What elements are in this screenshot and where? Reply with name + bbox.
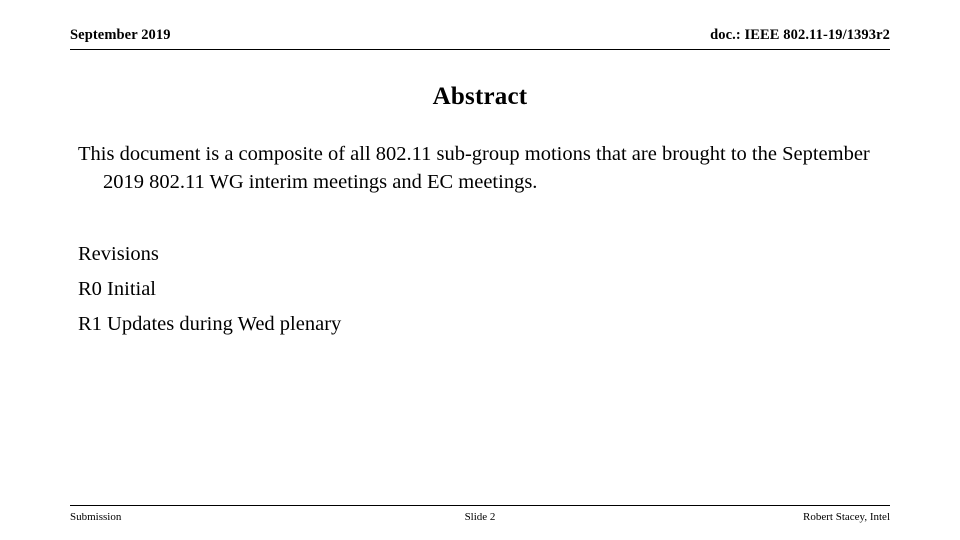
list-item: R0 Initial xyxy=(78,278,157,300)
footer-submission-label: Submission xyxy=(70,511,122,523)
slide-body: This document is a composite of all 802.… xyxy=(70,140,890,342)
slide-canvas: September 2019 doc.: IEEE 802.11-19/1393… xyxy=(0,0,960,540)
page-title: Abstract xyxy=(432,83,528,110)
footer-author: Robert Stacey, Intel xyxy=(803,511,890,523)
slide-footer: Submission Slide 2 Robert Stacey, Intel xyxy=(70,505,890,526)
header-document-number: doc.: IEEE 802.11-19/1393r2 xyxy=(710,27,890,43)
list-item: Revisions xyxy=(78,243,159,265)
revisions-list: Revisions R0 Initial R1 Updates during W… xyxy=(70,237,890,342)
slide-header: September 2019 doc.: IEEE 802.11-19/1393… xyxy=(70,27,890,50)
list-item: R1 Updates during Wed plenary xyxy=(78,313,342,335)
header-date: September 2019 xyxy=(70,27,171,43)
footer-slide-number: Slide 2 xyxy=(464,511,496,523)
abstract-paragraph: This document is a composite of all 802.… xyxy=(78,143,870,193)
